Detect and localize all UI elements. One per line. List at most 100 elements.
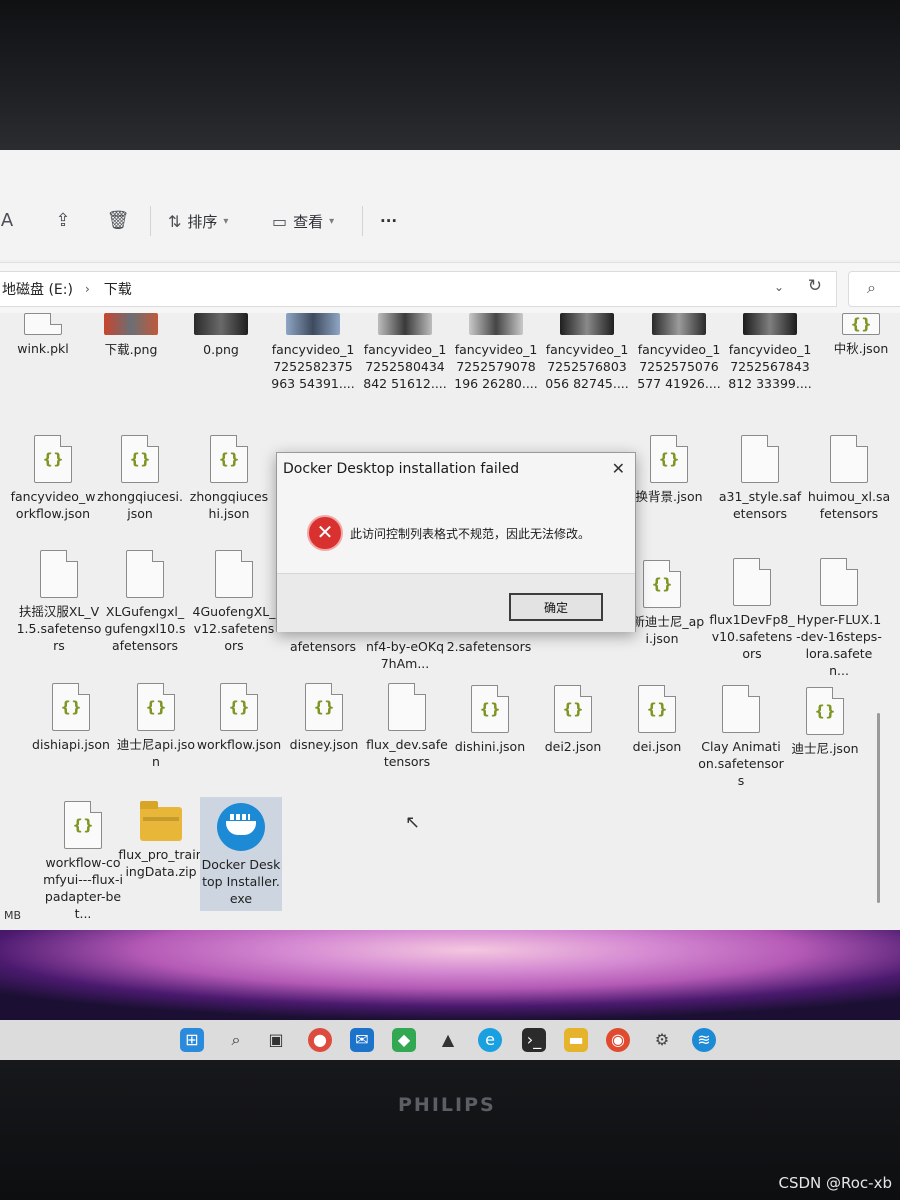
file-item[interactable]: {} zhongqiuceshi.json <box>186 435 272 522</box>
file-label: huimou_xl.safetensors <box>807 489 891 521</box>
settings-icon[interactable]: ⚙ <box>650 1028 674 1052</box>
video-thumbnail <box>378 313 432 335</box>
file-item[interactable]: fancyvideo_17252580434842 51612.... <box>362 313 448 392</box>
docker-installer-item[interactable]: Docker Desktop Installer.exe <box>200 797 282 911</box>
share-icon[interactable]: ⇪ <box>50 208 76 234</box>
file-icon <box>722 685 760 733</box>
file-icon <box>24 313 62 335</box>
search-icon[interactable]: ⌕ <box>224 1028 248 1052</box>
rename-icon[interactable]: A <box>0 208 20 234</box>
taskbar: ⊞ ⌕ ▣ ● ✉ ◆ ▲ e ›_ ▬ ◉ ⚙ ≋ <box>0 1020 900 1060</box>
file-icon <box>741 435 779 483</box>
file-icon <box>830 435 868 483</box>
file-item[interactable]: {} fancyvideo_workflow.json <box>10 435 96 522</box>
file-item[interactable]: a31_style.safetensors <box>717 435 803 522</box>
file-item[interactable]: flux1DevFp8_v10.safetensors <box>709 558 795 662</box>
history-dropdown-icon[interactable]: ⌄ <box>774 280 784 294</box>
file-item[interactable]: {} 迪士尼api.json <box>113 683 199 770</box>
more-options-button[interactable]: ··· <box>380 208 397 234</box>
vertical-scrollbar[interactable] <box>877 713 880 903</box>
file-item[interactable]: {} dei.json <box>614 685 700 755</box>
monitor-brand: PHILIPS <box>398 1094 496 1116</box>
file-item[interactable]: {} dishini.json <box>447 685 533 755</box>
ok-button[interactable]: 确定 <box>509 593 603 621</box>
screen: A ⇪ 🗑 ⇅ 排序 ▾ ▭ 查看 ▾ ··· 地磁盘 (E:) › 下载 ⌄ … <box>0 150 900 1060</box>
file-item[interactable]: {} 迪士尼.json <box>782 687 868 757</box>
delete-icon[interactable]: 🗑 <box>105 208 131 234</box>
dialog-message: 此访问控制列表格式不规范，因此无法修改。 <box>350 527 591 541</box>
file-item[interactable]: {} 换背景.json <box>626 435 712 505</box>
start-icon[interactable]: ⊞ <box>180 1028 204 1052</box>
app-icon[interactable]: ◉ <box>606 1028 630 1052</box>
file-label: workflow.json <box>196 737 282 752</box>
file-item[interactable]: afetensors <box>280 638 366 655</box>
file-label: Docker Desktop Installer.exe <box>201 857 281 906</box>
docker-taskbar-icon[interactable]: ≋ <box>692 1028 716 1052</box>
file-item[interactable]: fancyvideo_17252567843812 33399.... <box>727 313 813 392</box>
mail-icon[interactable]: ✉ <box>350 1028 374 1052</box>
sort-button[interactable]: ⇅ 排序 ▾ <box>168 208 228 234</box>
close-icon[interactable]: ✕ <box>612 459 625 478</box>
file-item[interactable]: flux_pro_trainingData.zip <box>118 801 204 880</box>
file-item[interactable]: huimou_xl.safetensors <box>806 435 892 522</box>
file-item[interactable]: {} workflow.json <box>196 683 282 753</box>
file-item[interactable]: {} dei2.json <box>530 685 616 755</box>
file-label: dei.json <box>632 739 682 754</box>
file-item[interactable]: flux_dev.safetensors <box>364 683 450 770</box>
search-input[interactable]: ⌕ <box>848 271 900 307</box>
file-label: zhongqiucesi.json <box>97 489 183 521</box>
file-item[interactable]: 0.png <box>178 313 264 358</box>
address-bar[interactable]: 地磁盘 (E:) › 下载 ⌄ ↻ <box>0 271 837 307</box>
file-item[interactable]: {} zhongqiucesi.json <box>97 435 183 522</box>
file-item[interactable]: 扶摇汉服XL_V1.5.safetensors <box>16 550 102 654</box>
app-icon[interactable]: ▲ <box>436 1028 460 1052</box>
app-icon[interactable]: ◆ <box>392 1028 416 1052</box>
file-label: 0.png <box>203 342 239 357</box>
json-file-icon: {} <box>305 683 343 731</box>
file-item[interactable]: 4GuofengXL_v12.safetensors <box>191 550 277 654</box>
file-item[interactable]: fancyvideo_17252582375963 54391.... <box>270 313 356 392</box>
task-view-icon[interactable]: ▣ <box>264 1028 288 1052</box>
file-item[interactable]: 2.safetensors <box>446 638 532 655</box>
file-item[interactable]: XLGufengxl_gufengxl10.safetensors <box>102 550 188 654</box>
json-file-icon: {} <box>34 435 72 483</box>
file-item[interactable]: {} 中秋.json <box>818 313 900 357</box>
file-item[interactable]: fancyvideo_17252576803056 82745.... <box>544 313 630 392</box>
terminal-icon[interactable]: ›_ <box>522 1028 546 1052</box>
file-item[interactable]: {} dishiapi.json <box>28 683 114 753</box>
edge-icon[interactable]: e <box>478 1028 502 1052</box>
file-item[interactable]: {} workflow-comfyui---flux-ipadapter-bet… <box>40 801 126 922</box>
file-explorer-icon[interactable]: ▬ <box>564 1028 588 1052</box>
address-row: 地磁盘 (E:) › 下载 ⌄ ↻ ⌕ <box>0 262 900 314</box>
file-icon <box>388 683 426 731</box>
file-item[interactable]: Clay Animation.safetensors <box>698 685 784 789</box>
json-file-icon: {} <box>554 685 592 733</box>
file-label: fancyvideo_17252579078196 26280.... <box>454 342 538 391</box>
zip-folder-icon <box>140 801 182 841</box>
file-item[interactable]: fancyvideo_17252575076577 41926.... <box>636 313 722 392</box>
chevron-down-icon: ▾ <box>329 215 335 227</box>
breadcrumb-drive[interactable]: 地磁盘 (E:) <box>0 279 73 299</box>
file-item[interactable]: Hyper-FLUX.1-dev-16steps-lora.safeten... <box>796 558 882 679</box>
breadcrumb-folder[interactable]: 下载 <box>102 279 132 299</box>
image-thumbnail <box>104 313 158 335</box>
file-label: fancyvideo_workflow.json <box>10 489 96 521</box>
refresh-icon[interactable]: ↻ <box>808 276 822 296</box>
explorer-toolbar: A ⇪ 🗑 ⇅ 排序 ▾ ▭ 查看 ▾ ··· <box>0 150 900 260</box>
file-item[interactable]: 下载.png <box>88 313 174 358</box>
json-file-icon: {} <box>64 801 102 849</box>
watermark: CSDN @Roc-xb <box>778 1174 892 1192</box>
file-item[interactable]: wink.pkl <box>0 313 86 357</box>
json-file-icon: {} <box>52 683 90 731</box>
file-item[interactable]: fancyvideo_17252579078196 26280.... <box>453 313 539 392</box>
view-button[interactable]: ▭ 查看 ▾ <box>272 208 334 234</box>
json-file-icon: {} <box>643 560 681 608</box>
file-label: fancyvideo_17252575076577 41926.... <box>637 342 721 391</box>
chrome-icon[interactable]: ● <box>308 1028 332 1052</box>
file-item[interactable]: nf4-by-eOKq7hAm... <box>362 638 448 672</box>
size-label: MB <box>4 909 22 922</box>
monitor-bezel-top <box>0 0 900 150</box>
json-file-icon: {} <box>806 687 844 735</box>
video-thumbnail <box>286 313 340 335</box>
file-item[interactable]: {} disney.json <box>281 683 367 753</box>
